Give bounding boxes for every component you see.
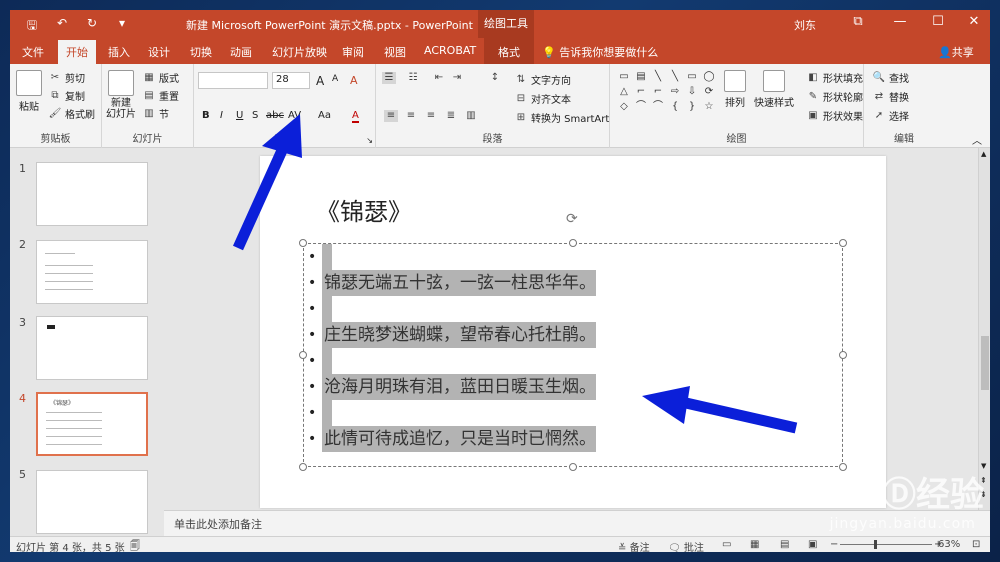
- watermark-logo: BaiⒹ经验: [821, 475, 984, 515]
- arrow-left-annotation: [642, 386, 798, 434]
- baidu-jingyan-watermark: BaiⒹ经验 jingyan.baidu.com: [821, 467, 984, 532]
- arrow-up-annotation: [232, 114, 302, 251]
- watermark-url: jingyan.baidu.com: [829, 516, 976, 532]
